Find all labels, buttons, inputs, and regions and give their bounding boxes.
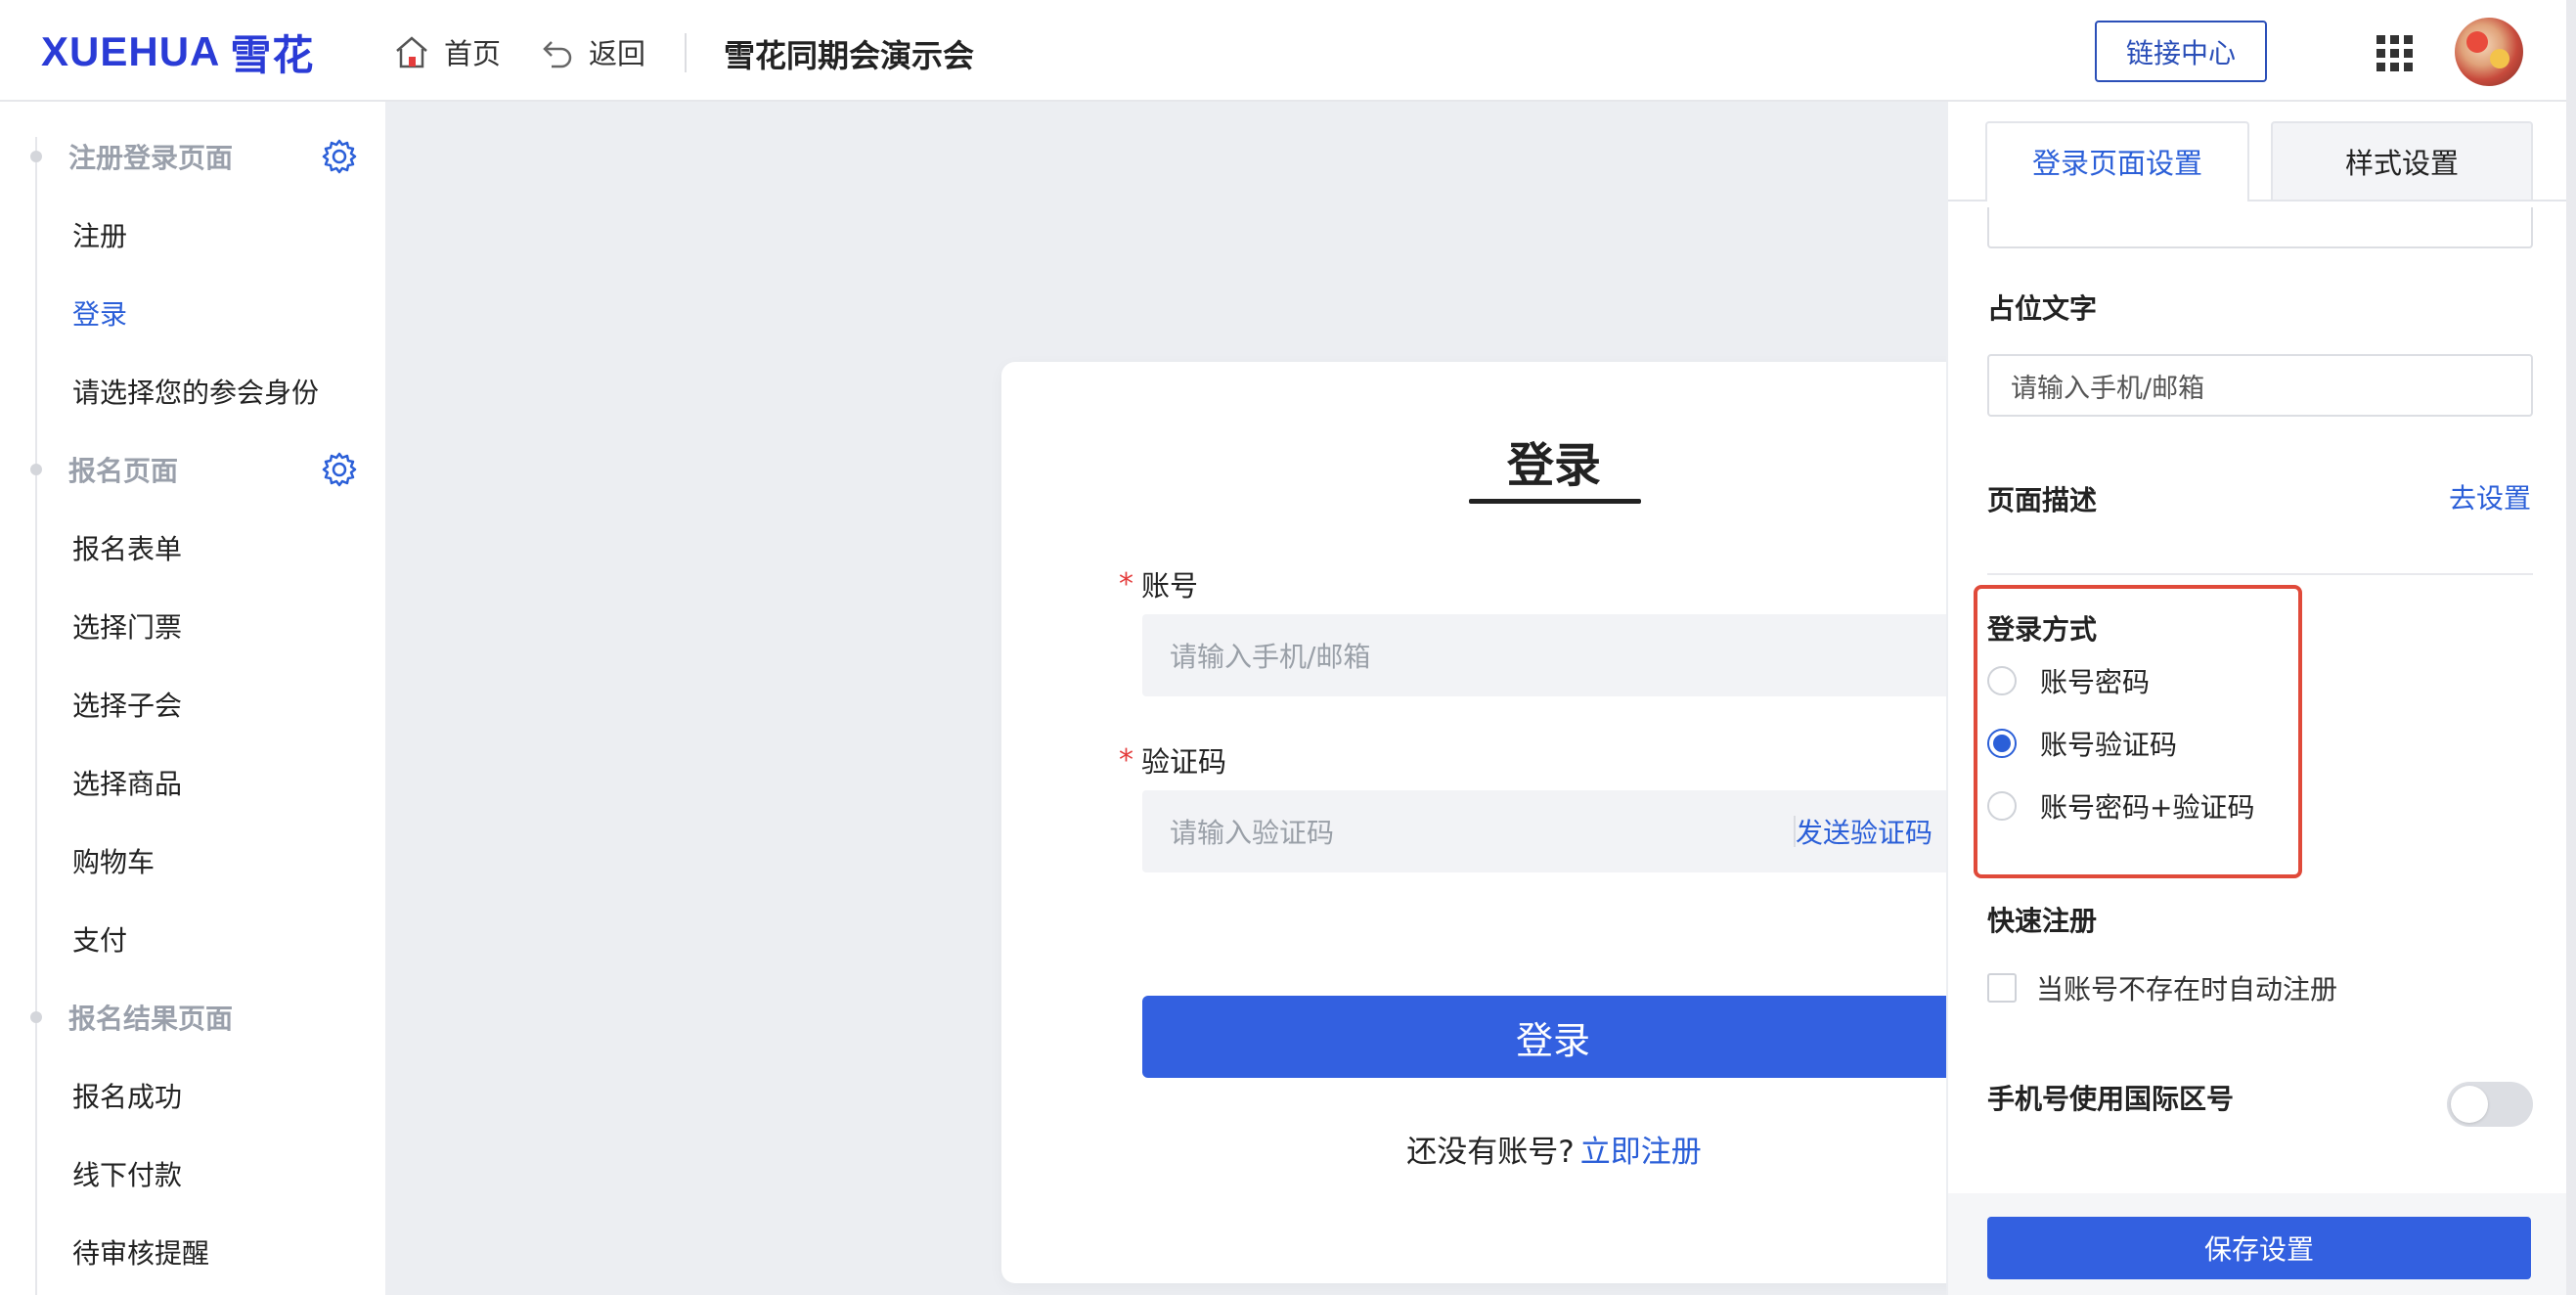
radio-label: 账号密码 xyxy=(2040,666,2151,698)
page-sidebar: 注册登录页面 注册 登录 请选择您的参会身份 报名页面 报名表单 选择门票 选择… xyxy=(0,102,387,1295)
intl-code-label: 手机号使用国际区号 xyxy=(1987,1083,2235,1115)
auto-register-checkbox[interactable] xyxy=(1987,973,2017,1003)
back-arrow-icon xyxy=(543,41,572,68)
nav-home-label: 首页 xyxy=(444,37,502,70)
logo-cn: 雪花 xyxy=(230,31,315,78)
gear-icon[interactable] xyxy=(321,138,358,175)
sidebar-item-tickets[interactable]: 选择门票 xyxy=(72,606,182,646)
nav-back[interactable]: 返回 xyxy=(540,29,645,74)
sidebar-item-sub-events[interactable]: 选择子会 xyxy=(72,685,182,724)
account-label: * 账号 xyxy=(1119,563,1198,604)
tab-login-settings[interactable]: 登录页面设置 xyxy=(1985,121,2249,200)
login-method-option[interactable]: 账号验证码 xyxy=(1987,724,2177,763)
radio-label: 账号验证码 xyxy=(2040,729,2178,761)
section-signup: 报名页面 xyxy=(68,455,179,487)
toggle-knob xyxy=(2451,1086,2488,1123)
login-method-option[interactable]: 账号密码 xyxy=(1987,661,2150,700)
login-method-label: 登录方式 xyxy=(1987,613,2098,646)
home-icon xyxy=(396,36,427,68)
sidebar-item-review-reminder[interactable]: 待审核提醒 xyxy=(72,1232,209,1272)
login-method-option[interactable]: 账号密码+验证码 xyxy=(1987,786,2254,826)
required-mark: * xyxy=(1119,566,1133,602)
apps-grid-icon[interactable] xyxy=(2375,33,2414,72)
nav-home[interactable]: 首页 xyxy=(393,29,501,74)
sidebar-item-login[interactable]: 登录 xyxy=(72,293,127,333)
sidebar-item-signup-form[interactable]: 报名表单 xyxy=(72,528,182,567)
code-input[interactable]: 请输入验证码 发送验证码 xyxy=(1142,790,1964,872)
user-avatar[interactable] xyxy=(2455,18,2523,86)
radio-label: 账号密码+验证码 xyxy=(2040,791,2255,824)
gear-icon[interactable] xyxy=(321,451,358,488)
placeholder-input[interactable]: 请输入手机/邮箱 xyxy=(1987,354,2533,417)
login-button[interactable]: 登录 xyxy=(1142,996,1964,1078)
scrolled-input[interactable] xyxy=(1987,207,2533,248)
no-account-text: 还没有账号? xyxy=(1406,1135,1575,1170)
section-dot xyxy=(30,151,42,162)
save-settings-button[interactable]: 保存设置 xyxy=(1987,1217,2531,1279)
sidebar-item-payment[interactable]: 支付 xyxy=(72,919,127,959)
section-divider xyxy=(1987,573,2533,575)
sidebar-item-register[interactable]: 注册 xyxy=(72,215,127,254)
section-results: 报名结果页面 xyxy=(68,1003,234,1035)
register-link[interactable]: 立即注册 xyxy=(1580,1135,1702,1170)
section-dot xyxy=(30,464,42,475)
nav-back-label: 返回 xyxy=(589,37,646,70)
page-desc-setup-link[interactable]: 去设置 xyxy=(2449,477,2531,516)
sidebar-item-products[interactable]: 选择商品 xyxy=(72,763,182,802)
login-card: 登录 * 账号 请输入手机/邮箱 * 验证码 请输入验证码 发送验证码 登录 还… xyxy=(1001,362,2107,1283)
radio-button-checked[interactable] xyxy=(1987,729,2017,758)
brand-logo[interactable]: XUEHUA 雪花 xyxy=(41,27,314,78)
preview-canvas: 登录 * 账号 请输入手机/邮箱 * 验证码 请输入验证码 发送验证码 登录 还… xyxy=(387,102,2107,1295)
logo-text: XUEHUA xyxy=(41,28,221,74)
code-placeholder: 请输入验证码 xyxy=(1170,817,1335,849)
placeholder-label: 占位文字 xyxy=(1987,292,2098,325)
required-mark: * xyxy=(1119,742,1133,778)
page-desc-label: 页面描述 xyxy=(1987,484,2098,516)
section-dot xyxy=(30,1011,42,1023)
send-code-button[interactable]: 发送验证码 xyxy=(1796,790,1932,872)
register-prompt: 还没有账号? 立即注册 xyxy=(1001,1127,2107,1171)
sidebar-rail xyxy=(35,137,37,1295)
login-card-title: 登录 xyxy=(1506,438,1601,493)
tab-style-settings[interactable]: 样式设置 xyxy=(2271,121,2533,200)
auto-register-label: 当账号不存在时自动注册 xyxy=(2036,973,2338,1005)
sidebar-item-signup-success[interactable]: 报名成功 xyxy=(72,1076,182,1115)
top-bar: XUEHUA 雪花 首页 返回 雪花同期会演示会 链接中心 xyxy=(0,0,2576,102)
title-underline xyxy=(1469,499,1641,504)
radio-button[interactable] xyxy=(1987,666,2017,695)
sidebar-item-identity[interactable]: 请选择您的参会身份 xyxy=(72,372,319,411)
account-input[interactable]: 请输入手机/邮箱 xyxy=(1142,614,1964,696)
tab-active-gap xyxy=(1987,200,2247,201)
code-label: * 验证码 xyxy=(1119,739,1226,781)
sidebar-item-offline-pay[interactable]: 线下付款 xyxy=(72,1154,182,1193)
sidebar-item-cart[interactable]: 购物车 xyxy=(72,841,155,880)
intl-code-toggle[interactable] xyxy=(2447,1082,2533,1127)
panel-footer: 保存设置 xyxy=(1948,1193,2568,1295)
auto-register-option[interactable]: 当账号不存在时自动注册 xyxy=(1987,968,2337,1007)
settings-panel: 登录页面设置 样式设置 占位文字 请输入手机/邮箱 页面描述 去设置 登录方式 … xyxy=(1946,102,2568,1295)
nav-divider xyxy=(685,33,687,72)
window-edge xyxy=(2566,0,2576,1295)
link-center-button[interactable]: 链接中心 xyxy=(2095,21,2267,82)
event-title: 雪花同期会演示会 xyxy=(724,37,975,74)
account-label-text: 账号 xyxy=(1141,569,1199,603)
radio-button[interactable] xyxy=(1987,791,2017,821)
section-register-login: 注册登录页面 xyxy=(68,142,234,174)
quick-register-label: 快速注册 xyxy=(1987,905,2098,937)
code-label-text: 验证码 xyxy=(1141,745,1227,779)
